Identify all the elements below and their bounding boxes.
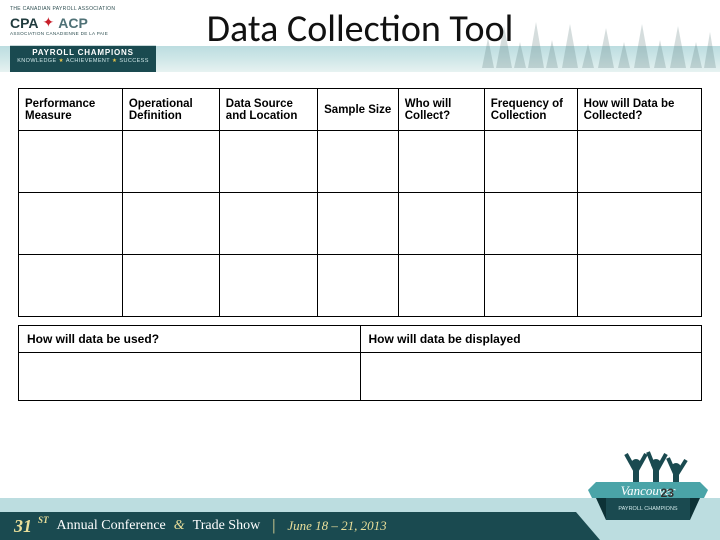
col-who-will-collect: Who will Collect? bbox=[398, 89, 484, 131]
footer-bar: 31 ST Annual Conference & Trade Show | Ju… bbox=[0, 512, 600, 540]
table-row bbox=[19, 255, 702, 317]
cell bbox=[19, 193, 123, 255]
cell bbox=[318, 255, 399, 317]
badge-sub-text: PAYROLL CHAMPIONS bbox=[618, 506, 678, 512]
cell bbox=[398, 193, 484, 255]
cell bbox=[484, 131, 577, 193]
cell bbox=[122, 193, 219, 255]
cell bbox=[19, 131, 123, 193]
col-how-displayed: How will data be displayed bbox=[360, 326, 702, 353]
col-performance-measure: Performance Measure bbox=[19, 89, 123, 131]
separator: | bbox=[266, 517, 281, 535]
cell bbox=[577, 131, 701, 193]
conference-dates: June 18 – 21, 2013 bbox=[287, 518, 386, 534]
slide: THE CANADIAN PAYROLL ASSOCIATION CPA ✦ A… bbox=[0, 0, 720, 540]
page-title: Data Collection Tool bbox=[0, 6, 720, 52]
col-operational-definition: Operational Definition bbox=[122, 89, 219, 131]
page-number: 23 bbox=[661, 486, 674, 500]
ampersand: & bbox=[172, 518, 187, 534]
champions-subtitle: KNOWLEDGE★ACHIEVEMENT★SUCCESS bbox=[10, 57, 156, 64]
cell bbox=[577, 255, 701, 317]
col-sample-size: Sample Size bbox=[318, 89, 399, 131]
cell bbox=[484, 255, 577, 317]
cell bbox=[318, 193, 399, 255]
cell bbox=[219, 255, 317, 317]
table-header-row: How will data be used? How will data be … bbox=[19, 326, 702, 353]
cell bbox=[577, 193, 701, 255]
col-frequency-of-collection: Frequency of Collection bbox=[484, 89, 577, 131]
footer: 31 ST Annual Conference & Trade Show | Ju… bbox=[0, 498, 720, 540]
cell bbox=[122, 131, 219, 193]
conference-text-a: Annual Conference bbox=[57, 518, 166, 534]
cell bbox=[484, 193, 577, 255]
cell bbox=[219, 193, 317, 255]
cell bbox=[318, 131, 399, 193]
cell bbox=[398, 255, 484, 317]
table-row bbox=[19, 193, 702, 255]
conference-text-b: Trade Show bbox=[193, 518, 261, 534]
col-data-source-location: Data Source and Location bbox=[219, 89, 317, 131]
ordinal-number: 31 bbox=[14, 516, 32, 537]
cell bbox=[360, 353, 702, 401]
table-row bbox=[19, 353, 702, 401]
vancouver-badge: Vancouver PAYROLL CHAMPIONS bbox=[588, 442, 708, 534]
ordinal-suffix: ST bbox=[38, 515, 51, 525]
col-how-collected: How will Data be Collected? bbox=[577, 89, 701, 131]
table-header-row: Performance Measure Operational Definiti… bbox=[19, 89, 702, 131]
cell bbox=[219, 131, 317, 193]
table-row bbox=[19, 131, 702, 193]
cell bbox=[19, 255, 123, 317]
data-collection-table: Performance Measure Operational Definiti… bbox=[18, 88, 702, 317]
cell bbox=[122, 255, 219, 317]
cell bbox=[19, 353, 361, 401]
tables-container: Performance Measure Operational Definiti… bbox=[18, 88, 702, 401]
cell bbox=[398, 131, 484, 193]
data-usage-table: How will data be used? How will data be … bbox=[18, 325, 702, 401]
col-how-used: How will data be used? bbox=[19, 326, 361, 353]
